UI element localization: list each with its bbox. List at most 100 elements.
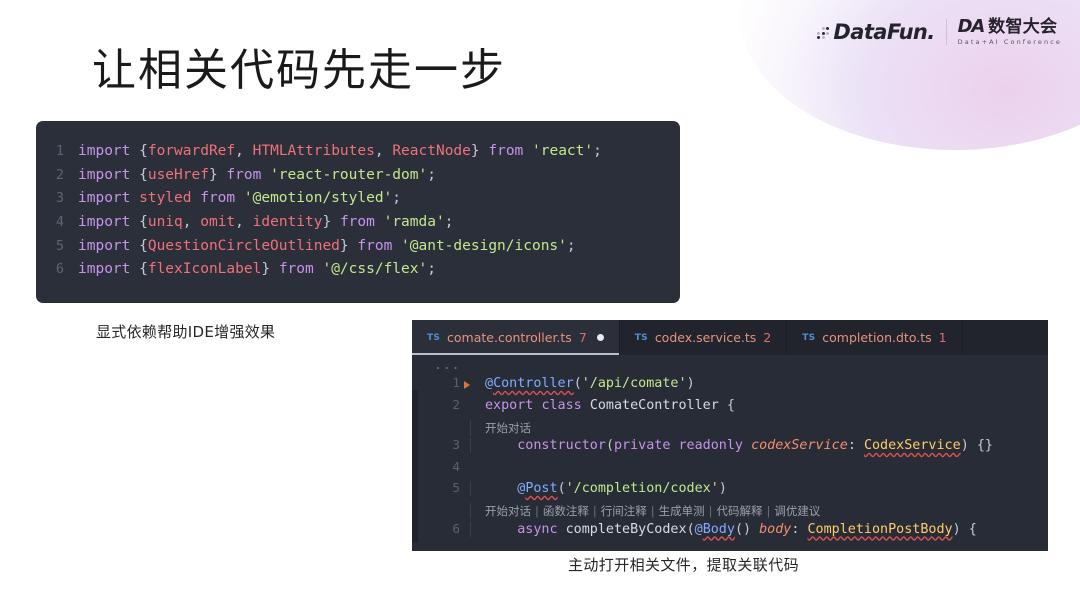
code-text[interactable]: constructor(private readonly codexServic… [470, 438, 993, 453]
code-text[interactable]: import {uniq, omit, identity} from 'ramd… [78, 214, 453, 230]
codelens-separator: | [592, 504, 597, 518]
codelens-separator: | [650, 504, 655, 518]
datafun-logo: DataFun. [817, 19, 935, 44]
line-number: 4 [55, 214, 64, 231]
code-token: , [235, 143, 253, 159]
code-token: '@ant-design/icons' [401, 237, 567, 254]
code-token: styled [139, 190, 201, 207]
code-text[interactable]: export class ComateController { [470, 398, 735, 413]
code-token: 'react' [532, 143, 594, 159]
tab-problem-count: 2 [763, 330, 772, 345]
code-token: body [759, 521, 792, 537]
code-token: HTMLAttributes [252, 143, 375, 159]
code-token: ; [427, 261, 436, 278]
code-token: import [78, 166, 140, 183]
line-number: 2 [452, 396, 460, 412]
code-token: ( [573, 376, 582, 391]
editor-tab-completion-dto-ts[interactable]: TS completion.dto.ts 1 [787, 320, 963, 355]
code-token: ) [686, 376, 695, 391]
code-token: { [139, 214, 148, 231]
import-code-block: 1 import {forwardRef, HTMLAttributes, Rea… [36, 121, 680, 303]
code-text[interactable]: import {QuestionCircleOutlined} from '@a… [78, 238, 576, 254]
line-number: 6 [452, 520, 460, 536]
code-token: omit [200, 214, 236, 231]
code-token: , [182, 214, 201, 231]
da-mark: DA [957, 16, 986, 38]
code-token: useHref [147, 166, 209, 183]
code-token: 'ramda' [383, 214, 445, 231]
editor-tab-bar[interactable]: TS comate.controller.ts 7 TS codex.service.t… [412, 320, 1048, 355]
codelens-row: 开始对话 | 函数注释 | 行间注释 | 生成单测 | 代码解释 | 调优建议 [412, 502, 1048, 521]
codelens-actions: 开始对话 | 函数注释 | 行间注释 | 生成单测 | 代码解释 | 调优建议 [470, 503, 820, 519]
code-token: QuestionCircleOutlined [147, 237, 340, 254]
code-text[interactable]: async completeByCodex(@Body() body: Comp… [470, 521, 977, 537]
editor-code-area: ... 1 @Controller('/api/comate') 2 export c… [412, 355, 1048, 542]
code-text[interactable]: @Post('/completion/codex') [470, 481, 727, 496]
code-token: identity [252, 214, 323, 231]
line-number: 5 [55, 237, 64, 254]
line-number: 1 [55, 143, 64, 159]
code-token: import [78, 237, 140, 254]
code-token: import [78, 261, 140, 278]
code-token: } [208, 166, 227, 183]
code-token: @ [485, 376, 494, 391]
code-line: 4 import {uniq, omit, identity} from 'ram… [36, 214, 680, 238]
code-token: '@/css/flex' [322, 261, 428, 278]
code-token: from [278, 261, 323, 278]
line-number: 2 [55, 166, 64, 183]
code-text[interactable]: @Controller('/api/comate') [470, 376, 695, 391]
code-token: } [470, 143, 489, 159]
line-number: 3 [55, 190, 64, 207]
code-token: ; [566, 237, 576, 254]
tab-filename: codex.service.ts [654, 330, 757, 345]
code-token: () [734, 521, 760, 537]
code-text[interactable]: import styled from '@emotion/styled'; [78, 190, 401, 206]
code-token: codexService [751, 438, 848, 453]
code-token: ComateController [589, 397, 727, 413]
code-token: class [541, 397, 590, 413]
editor-tab-codex-service-ts[interactable]: TS codex.service.ts 2 [619, 320, 788, 355]
caption-open-related-files: 主动打开相关文件，提取关联代码 [568, 556, 800, 574]
codelens-action[interactable]: 代码解释 [717, 504, 763, 518]
code-editor-window: TS comate.controller.ts 7 TS codex.service.t… [412, 320, 1048, 551]
editor-tab-comate-controller-ts[interactable]: TS comate.controller.ts 7 [412, 320, 620, 355]
editor-code-line: 6 async completeByCodex(@Body() body: Co… [412, 521, 1048, 543]
code-token: ; [427, 166, 436, 183]
datafun-wordmark: DataFun. [833, 19, 935, 44]
code-text[interactable]: import {flexIconLabel} from '@/css/flex'… [78, 261, 436, 277]
code-token: ReactNode [392, 143, 471, 159]
datafun-dots-icon [817, 26, 830, 40]
code-token: flexIconLabel [147, 261, 262, 278]
code-token: '/api/comate' [581, 376, 687, 391]
codelens-action[interactable]: 开始对话 [485, 421, 531, 435]
codelens-action[interactable]: 调优建议 [774, 504, 820, 518]
codelens-action[interactable]: 行间注释 [601, 504, 647, 518]
code-token: from [200, 190, 244, 207]
line-number: 6 [55, 261, 64, 278]
codelens-action[interactable]: 开始对话 [485, 504, 531, 518]
da-subtitle: Data+AI Conference [957, 38, 1062, 47]
code-text[interactable]: import {useHref} from 'react-router-dom'… [78, 167, 436, 183]
tab-filename: completion.dto.ts [822, 330, 932, 345]
code-token: { [968, 521, 977, 537]
codelens-action[interactable]: 生成单测 [659, 504, 705, 518]
code-token: import [78, 143, 140, 159]
codelens-row: 开始对话 [412, 418, 1048, 437]
code-token: CompletionPostBody [807, 521, 953, 537]
da-conference-logo: DA 数智大会 Data+AI Conference [958, 18, 1062, 46]
code-token: Post [525, 481, 558, 496]
folded-code-ellipsis[interactable]: ... [412, 359, 1048, 375]
codelens-action[interactable]: 函数注释 [543, 504, 589, 518]
page-title: 让相关代码先走一步 [92, 45, 506, 96]
unsaved-changes-dot-icon[interactable] [596, 334, 604, 341]
code-token: {} [976, 438, 993, 453]
typescript-file-icon: TS [802, 332, 816, 343]
codelens-separator: | [535, 504, 539, 518]
code-token: from [357, 237, 402, 254]
code-token: ; [593, 143, 602, 159]
editor-code-line: 1 @Controller('/api/comate') [412, 375, 1048, 397]
code-text[interactable]: import {forwardRef, HTMLAttributes, Reac… [78, 143, 602, 159]
line-number: 1 [452, 375, 460, 390]
